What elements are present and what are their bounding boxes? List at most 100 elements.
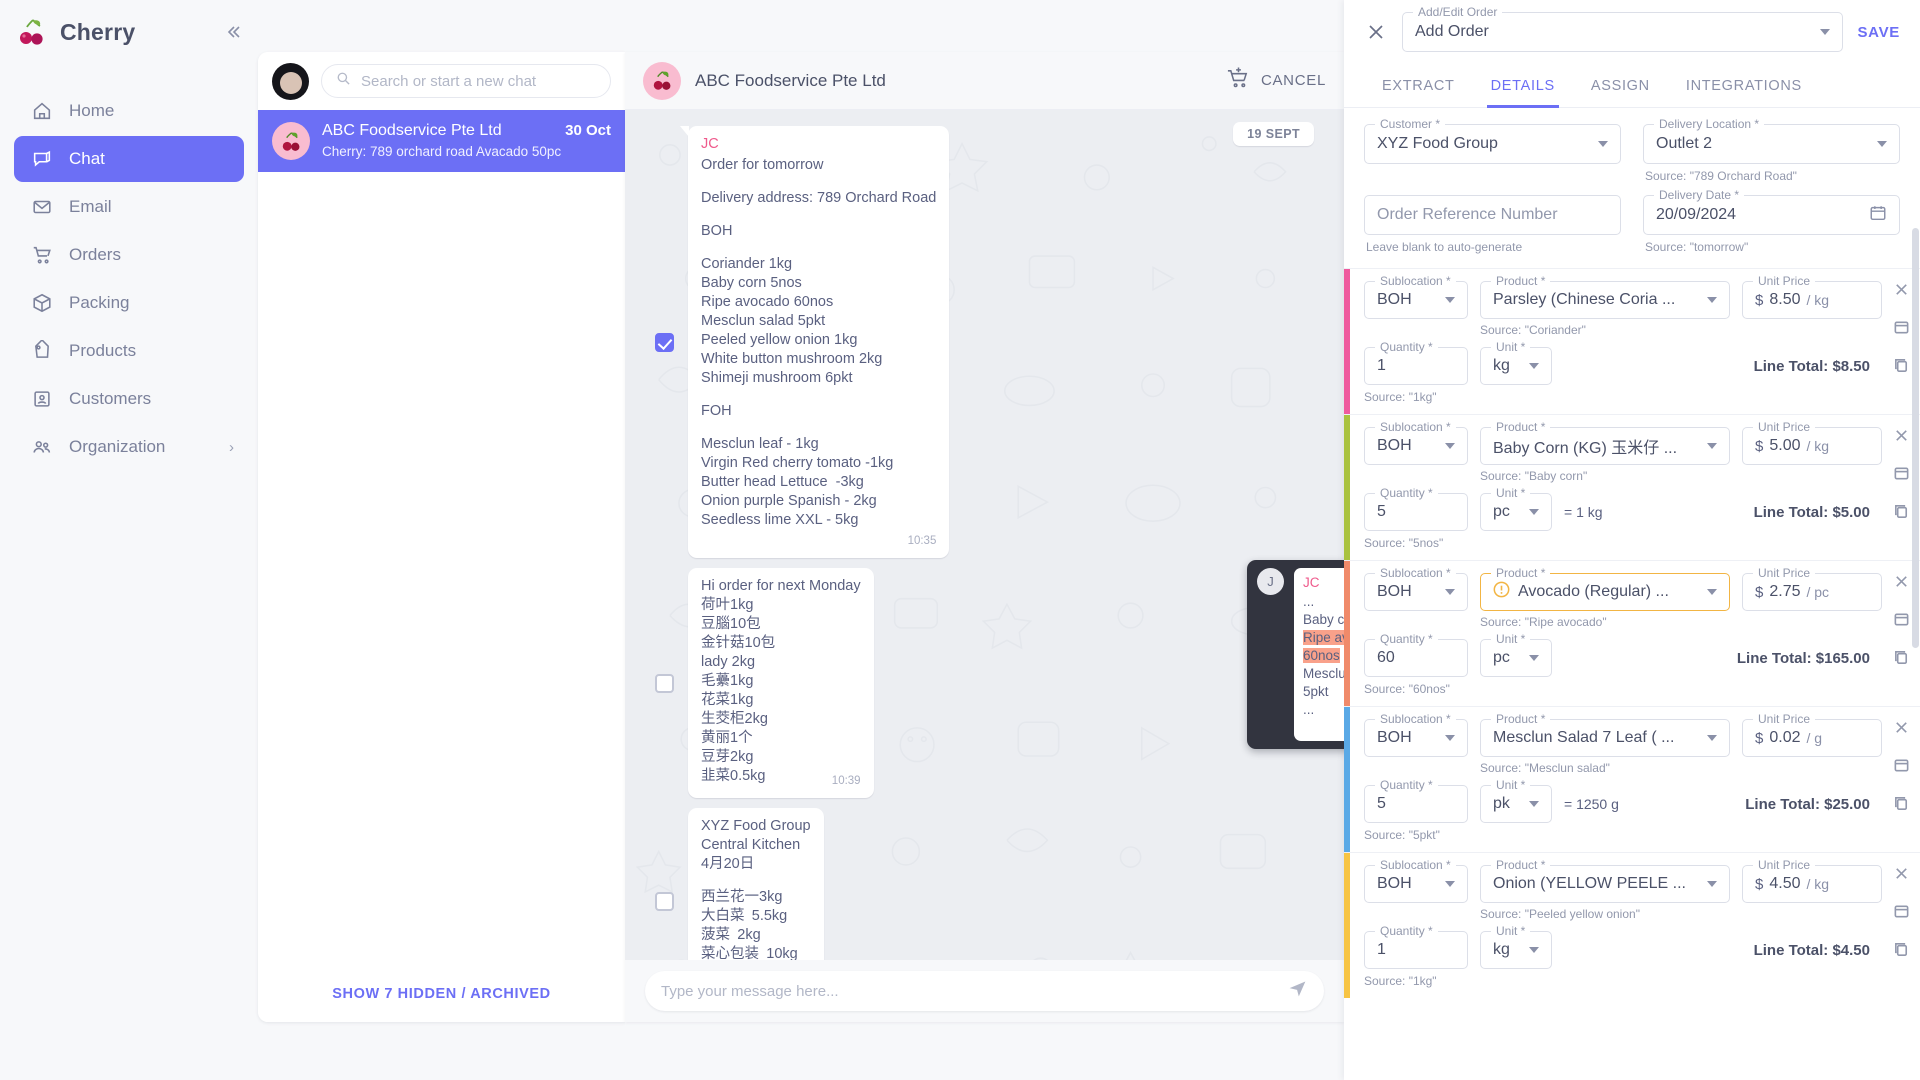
chevron-down-icon[interactable]	[1707, 589, 1717, 595]
tab-extract[interactable]: EXTRACT	[1364, 64, 1473, 107]
sidebar-item-organization[interactable]: Organization ›	[14, 424, 244, 470]
message-bubble[interactable]: Hi order for next Monday荷叶1kg豆腦10包金针菇10包…	[688, 568, 874, 798]
save-button[interactable]: SAVE	[1857, 24, 1900, 41]
sublocation-select[interactable]: Sublocation *BOH	[1364, 573, 1468, 611]
note-icon[interactable]	[1893, 903, 1910, 925]
unit-select[interactable]: Unit *pc	[1480, 639, 1552, 677]
remove-line-icon[interactable]	[1893, 865, 1910, 887]
copy-icon[interactable]	[1893, 357, 1910, 379]
chevron-down-icon[interactable]	[1707, 443, 1717, 449]
unit-price-input[interactable]: Unit Price$8.50/ kg	[1742, 281, 1882, 319]
tab-details[interactable]: DETAILS	[1473, 64, 1573, 107]
quantity-input[interactable]: Quantity *1	[1364, 931, 1468, 969]
quantity-input[interactable]: Quantity *1	[1364, 347, 1468, 385]
sublocation-select[interactable]: Sublocation *BOH	[1364, 427, 1468, 465]
chevron-down-icon[interactable]	[1707, 881, 1717, 887]
remove-line-icon[interactable]	[1893, 573, 1910, 595]
send-icon[interactable]	[1287, 978, 1308, 1004]
chevron-down-icon[interactable]	[1529, 801, 1539, 807]
copy-icon[interactable]	[1893, 795, 1910, 817]
order-mode-select[interactable]: Add/Edit Order Add Order	[1402, 12, 1843, 52]
note-icon[interactable]	[1893, 319, 1910, 341]
unit-select[interactable]: Unit *kg	[1480, 347, 1552, 385]
sublocation-select[interactable]: Sublocation *BOH	[1364, 865, 1468, 903]
chevron-down-icon[interactable]	[1445, 297, 1455, 303]
copy-icon[interactable]	[1893, 941, 1910, 963]
message-select-checkbox[interactable]	[655, 333, 674, 352]
chevron-down-icon[interactable]	[1529, 509, 1539, 515]
chevron-down-icon[interactable]	[1445, 443, 1455, 449]
message-select-checkbox[interactable]	[655, 892, 674, 911]
unit-price-input[interactable]: Unit Price$2.75/ pc	[1742, 573, 1882, 611]
unit-select[interactable]: Unit *pc	[1480, 493, 1552, 531]
message-bubble[interactable]: XYZ Food GroupCentral Kitchen4月20日西兰花一3k…	[688, 808, 824, 960]
chevron-down-icon[interactable]	[1529, 363, 1539, 369]
sidebar-item-home[interactable]: Home	[14, 88, 244, 134]
note-icon[interactable]	[1893, 465, 1910, 487]
chevron-down-icon[interactable]	[1529, 655, 1539, 661]
order-reference-input[interactable]: Order Reference Number	[1364, 195, 1621, 235]
unit-select[interactable]: Unit *pk	[1480, 785, 1552, 823]
chevron-down-icon[interactable]	[1445, 589, 1455, 595]
order-panel-scrollbar[interactable]	[1912, 228, 1919, 648]
close-icon[interactable]	[1364, 20, 1388, 44]
sidebar-item-email[interactable]: Email	[14, 184, 244, 230]
remove-line-icon[interactable]	[1893, 719, 1910, 741]
unit-price-input[interactable]: Unit Price$5.00/ kg	[1742, 427, 1882, 465]
product-select[interactable]: Product *Mesclun Salad 7 Leaf ( ...	[1480, 719, 1730, 757]
remove-line-icon[interactable]	[1893, 281, 1910, 303]
search-box[interactable]	[321, 64, 611, 98]
sidebar-item-customers[interactable]: Customers	[14, 376, 244, 422]
chevron-down-icon[interactable]	[1445, 735, 1455, 741]
avatar[interactable]	[272, 63, 309, 100]
sublocation-select[interactable]: Sublocation *BOH	[1364, 719, 1468, 757]
search-input[interactable]	[361, 73, 596, 90]
message-input[interactable]	[661, 983, 1287, 1000]
message-line	[701, 241, 936, 255]
quantity-input[interactable]: Quantity *5	[1364, 785, 1468, 823]
product-select[interactable]: Product *Avocado (Regular) ...	[1480, 573, 1730, 611]
copy-icon[interactable]	[1893, 649, 1910, 671]
message-bubble[interactable]: JC Order for tomorrowDelivery address: 7…	[688, 126, 949, 558]
sidebar-item-packing[interactable]: Packing	[14, 280, 244, 326]
order-panel-body[interactable]: Customer * XYZ Food Group Delivery Locat…	[1344, 108, 1920, 1080]
note-icon[interactable]	[1893, 757, 1910, 779]
delivery-date-input[interactable]: Delivery Date * 20/09/2024	[1643, 195, 1900, 235]
sidebar-item-chat[interactable]: Chat	[14, 136, 244, 182]
message-select-checkbox[interactable]	[655, 674, 674, 693]
chat-list-item-abc-foodservice[interactable]: ABC Foodservice Pte Ltd 30 Oct Cherry: 7…	[258, 110, 625, 172]
product-select[interactable]: Product *Baby Corn (KG) 玉米仔 ...	[1480, 427, 1730, 465]
copy-icon[interactable]	[1893, 503, 1910, 525]
note-icon[interactable]	[1893, 611, 1910, 633]
chevron-down-icon[interactable]	[1598, 141, 1608, 147]
unit-price-input[interactable]: Unit Price$0.02/ g	[1742, 719, 1882, 757]
product-select[interactable]: Product *Parsley (Chinese Coria ...	[1480, 281, 1730, 319]
chevron-down-icon[interactable]	[1445, 881, 1455, 887]
remove-line-icon[interactable]	[1893, 427, 1910, 449]
show-hidden-archived-button[interactable]: SHOW 7 HIDDEN / ARCHIVED	[258, 966, 625, 1022]
chevron-down-icon[interactable]	[1529, 947, 1539, 953]
quantity-input[interactable]: Quantity *5	[1364, 493, 1468, 531]
sublocation-select[interactable]: Sublocation *BOH	[1364, 281, 1468, 319]
chevron-down-icon[interactable]	[1707, 297, 1717, 303]
sidebar-item-products[interactable]: Products	[14, 328, 244, 374]
delivery-location-select[interactable]: Delivery Location * Outlet 2	[1643, 124, 1900, 164]
unit-price-input[interactable]: Unit Price$4.50/ kg	[1742, 865, 1882, 903]
cancel-order-button[interactable]: CANCEL	[1226, 66, 1326, 95]
chevron-down-icon[interactable]	[1707, 735, 1717, 741]
quantity-input[interactable]: Quantity *60	[1364, 639, 1468, 677]
message-scroll-area[interactable]: 19 SEPT JC Order for tomorrowDelivery ad…	[625, 110, 1344, 960]
calendar-icon[interactable]	[1869, 204, 1887, 227]
tab-integrations[interactable]: INTEGRATIONS	[1668, 64, 1820, 107]
sidebar-item-orders[interactable]: Orders	[14, 232, 244, 278]
unit-value: pc	[1493, 649, 1510, 667]
sidebar-collapse-button[interactable]	[222, 22, 244, 44]
unit-select[interactable]: Unit *kg	[1480, 931, 1552, 969]
chevron-down-icon[interactable]	[1820, 29, 1830, 35]
order-line-item: Sublocation *BOH Product *Baby Corn (KG) …	[1344, 414, 1920, 560]
chevron-down-icon[interactable]	[1877, 141, 1887, 147]
unit-label: Unit *	[1491, 632, 1530, 646]
customer-select[interactable]: Customer * XYZ Food Group	[1364, 124, 1621, 164]
product-select[interactable]: Product *Onion (YELLOW PEELE ...	[1480, 865, 1730, 903]
tab-assign[interactable]: ASSIGN	[1573, 64, 1668, 107]
